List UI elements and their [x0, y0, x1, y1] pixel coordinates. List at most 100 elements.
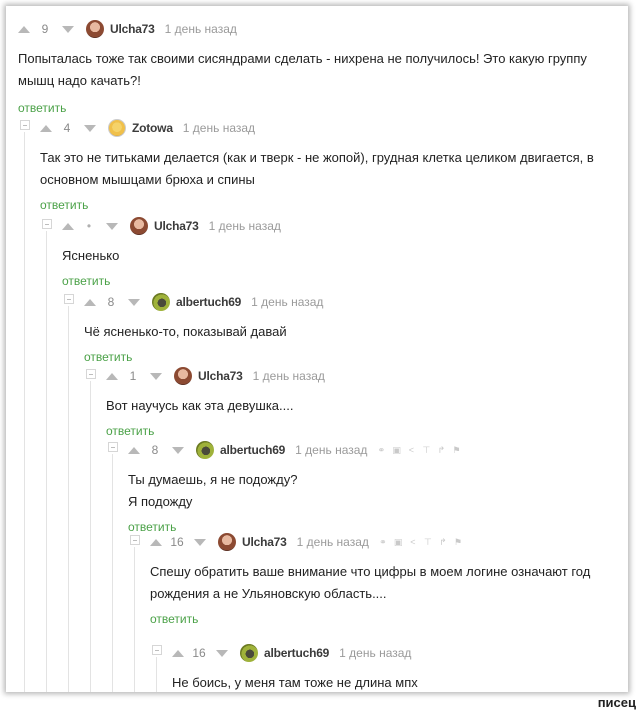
- comment-header: 4 Zotowa 1 день назад: [40, 117, 265, 139]
- comment-time[interactable]: 1 день назад: [183, 121, 255, 135]
- comment-tools: ⚭ ▣ < ⊤ ↱ ⚑: [377, 445, 461, 456]
- albertuch-avatar[interactable]: [196, 441, 214, 459]
- ulcha-avatar[interactable]: [174, 367, 192, 385]
- comment-text: Спешу обратить ваше внимание что цифры в…: [150, 561, 590, 605]
- comment-time[interactable]: 1 день назад: [253, 369, 325, 383]
- collapse-toggle[interactable]: [108, 442, 118, 452]
- comment-author[interactable]: albertuch69: [264, 646, 329, 660]
- comment-author[interactable]: Ulcha73: [110, 22, 155, 36]
- comment-header: 9 Ulcha73 1 день назад: [18, 18, 247, 40]
- comment-rating: 16: [192, 646, 206, 660]
- upvote-icon[interactable]: [106, 372, 118, 380]
- share-icon[interactable]: <: [409, 537, 417, 547]
- comment-rating: 9: [41, 22, 49, 36]
- comment-text-line: Ясненько: [62, 248, 120, 263]
- upvote-icon[interactable]: [18, 25, 30, 33]
- flag-icon[interactable]: ⚑: [452, 445, 460, 456]
- collapse-toggle[interactable]: [42, 219, 52, 229]
- comment-rating: 16: [170, 535, 184, 549]
- thread-line: [46, 231, 47, 692]
- ulcha-avatar[interactable]: [86, 20, 104, 38]
- comment-text: Не боись, у меня там тоже не длина мпх: [172, 672, 418, 692]
- downvote-icon[interactable]: [62, 25, 74, 33]
- comment-rating: 1: [129, 369, 137, 383]
- comment-rating: 8: [151, 443, 159, 457]
- collapse-toggle[interactable]: [152, 645, 162, 655]
- pin-icon[interactable]: ⊤: [422, 445, 431, 456]
- upvote-icon[interactable]: [40, 124, 52, 132]
- upvote-icon[interactable]: [84, 298, 96, 306]
- thread-line: [24, 132, 25, 692]
- comment-text: Ясненько: [62, 245, 119, 267]
- comment-time[interactable]: 1 день назад: [165, 22, 237, 36]
- thread-line: [134, 547, 135, 692]
- comment-header: 16 Ulcha73 1 день назад ⚭ ▣ < ⊤ ↱ ⚑: [150, 531, 462, 553]
- downvote-icon[interactable]: [106, 222, 118, 230]
- upvote-icon[interactable]: [128, 446, 140, 454]
- collapse-toggle[interactable]: [130, 535, 140, 545]
- albertuch-avatar[interactable]: [152, 293, 170, 311]
- comment-text-line: Чё ясненько-то, показывай давай: [84, 324, 287, 339]
- branch-icon[interactable]: ↱: [439, 537, 447, 548]
- reply-link[interactable]: ответить: [40, 198, 88, 212]
- thread-line: [112, 454, 113, 692]
- comment-header: 1 Ulcha73 1 день назад: [106, 365, 335, 387]
- comment-author[interactable]: albertuch69: [176, 295, 241, 309]
- collapse-toggle[interactable]: [64, 294, 74, 304]
- ulcha-avatar[interactable]: [218, 533, 236, 551]
- comment-author[interactable]: albertuch69: [220, 443, 285, 457]
- comment-header: 8 albertuch69 1 день назад ⚭ ▣ < ⊤ ↱ ⚑: [128, 439, 461, 461]
- downvote-icon[interactable]: [84, 124, 96, 132]
- downvote-icon[interactable]: [150, 372, 162, 380]
- collapse-toggle[interactable]: [86, 369, 96, 379]
- reply-link[interactable]: ответить: [150, 612, 198, 626]
- upvote-icon[interactable]: [172, 649, 184, 657]
- comment-time[interactable]: 1 день назад: [251, 295, 323, 309]
- comment-header: 16 albertuch69 1 день назад: [172, 642, 421, 664]
- comment-text: Попыталась тоже так своими сисяндрами сд…: [18, 48, 587, 92]
- save-icon[interactable]: ▣: [394, 537, 403, 548]
- downvote-icon[interactable]: [128, 298, 140, 306]
- comment-author[interactable]: Ulcha73: [242, 535, 287, 549]
- reply-link[interactable]: ответить: [84, 350, 132, 364]
- comment-text-line: Ты думаешь, я не подожду?: [128, 472, 298, 487]
- downvote-icon[interactable]: [216, 649, 228, 657]
- ulcha-avatar[interactable]: [130, 217, 148, 235]
- branch-icon[interactable]: ↱: [437, 445, 446, 456]
- upvote-icon[interactable]: [150, 538, 162, 546]
- reply-link[interactable]: ответить: [106, 424, 154, 438]
- comment-author[interactable]: Ulcha73: [198, 369, 243, 383]
- comment-text-line: Так это не титьками делается (как и твер…: [40, 150, 594, 165]
- link-icon[interactable]: ⚭: [377, 445, 386, 456]
- comment-text: Так это не титьками делается (как и твер…: [40, 147, 594, 191]
- zotowa-avatar[interactable]: [108, 119, 126, 137]
- comment-time[interactable]: 1 день назад: [339, 646, 411, 660]
- flag-icon[interactable]: ⚑: [454, 537, 462, 548]
- comment-author[interactable]: Ulcha73: [154, 219, 199, 233]
- upvote-icon[interactable]: [62, 222, 74, 230]
- comment-author[interactable]: Zotowa: [132, 121, 173, 135]
- albertuch-avatar[interactable]: [240, 644, 258, 662]
- reply-link[interactable]: ответить: [62, 274, 110, 288]
- save-icon[interactable]: ▣: [392, 445, 401, 456]
- comment-header: 8 albertuch69 1 день назад: [84, 291, 333, 313]
- reply-link[interactable]: ответить: [18, 101, 66, 115]
- comment-text-line: основном мышцами брюха и спины: [40, 172, 255, 187]
- share-icon[interactable]: <: [407, 445, 415, 455]
- thread-line: [90, 381, 91, 692]
- comment-time[interactable]: 1 день назад: [297, 535, 369, 549]
- comment-text-line: Не боись, у меня там тоже не длина мпх: [172, 675, 418, 690]
- downvote-icon[interactable]: [194, 538, 206, 546]
- pin-icon[interactable]: ⊤: [424, 537, 432, 548]
- comment-text-line: мышц надо качать?!: [18, 73, 141, 88]
- comment-rating: 4: [63, 121, 71, 135]
- downvote-icon[interactable]: [172, 446, 184, 454]
- collapse-toggle[interactable]: [20, 120, 30, 130]
- link-icon[interactable]: ⚭: [379, 537, 387, 548]
- comment-time[interactable]: 1 день назад: [295, 443, 367, 457]
- comment-time[interactable]: 1 день назад: [209, 219, 281, 233]
- comment-text-line: Я подожду: [128, 494, 193, 509]
- comment-text: Чё ясненько-то, показывай давай: [84, 321, 287, 343]
- comment-text-line: Спешу обратить ваше внимание что цифры в…: [150, 564, 591, 579]
- comment-text-line: рождения а не Ульяновскую область....: [150, 586, 387, 601]
